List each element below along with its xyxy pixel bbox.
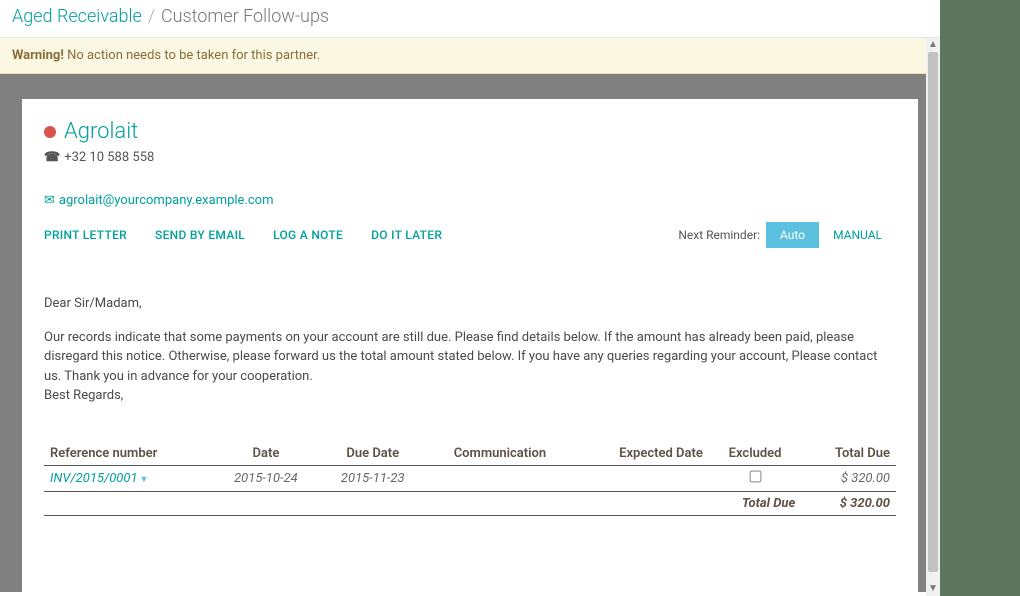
cell-comm <box>426 465 574 491</box>
alert-strong: Warning! <box>12 48 64 63</box>
phone-icon: ☎ <box>44 150 60 165</box>
print-letter-button[interactable]: PRINT LETTER <box>44 228 127 242</box>
letter-signoff: Best Regards, <box>44 388 123 403</box>
letter-body: Dear Sir/Madam, Our records indicate tha… <box>44 294 896 406</box>
col-comm: Communication <box>426 442 574 466</box>
reminder-auto-button[interactable]: Auto <box>766 222 819 248</box>
footer-value: $ 320.00 <box>801 491 896 515</box>
table-footer: Total Due $ 320.00 <box>44 491 896 515</box>
scrollbar[interactable]: ▲ ▼ <box>926 38 940 596</box>
scroll-up-icon[interactable]: ▲ <box>926 38 940 52</box>
breadcrumb-root[interactable]: Aged Receivable <box>12 6 142 27</box>
col-date: Date <box>213 442 320 466</box>
footer-label: Total Due <box>709 491 801 515</box>
col-exp: Expected Date <box>574 442 709 466</box>
log-note-button[interactable]: LOG A NOTE <box>273 228 343 242</box>
alert-warning: Warning! No action needs to be taken for… <box>0 38 940 74</box>
cell-date: 2015-10-24 <box>213 465 320 491</box>
scroll-thumb[interactable] <box>928 52 938 572</box>
letter-greeting: Dear Sir/Madam, <box>44 294 896 314</box>
col-exc: Excluded <box>709 442 801 466</box>
caret-down-icon: ▼ <box>140 475 149 485</box>
cell-exp[interactable] <box>574 465 709 491</box>
customer-phone: ☎+32 10 588 558 <box>44 150 896 165</box>
reminder-toggle: Auto MANUAL <box>766 222 896 248</box>
reminder-manual-button[interactable]: MANUAL <box>819 222 896 248</box>
col-total: Total Due <box>801 442 896 466</box>
col-due: Due Date <box>319 442 426 466</box>
followup-sheet: Agrolait ☎+32 10 588 558 ✉ agrolait@yourc… <box>22 99 918 592</box>
do-later-button[interactable]: DO IT LATER <box>371 228 442 242</box>
cell-due: 2015-11-23 <box>319 465 426 491</box>
cell-total: $ 320.00 <box>801 465 896 491</box>
invoice-link[interactable]: INV/2015/0001▼ <box>44 465 213 491</box>
table-row: INV/2015/0001▼ 2015-10-24 2015-11-23 $ 3… <box>44 465 896 491</box>
customer-email-link[interactable]: agrolait@yourcompany.example.com <box>59 193 274 208</box>
breadcrumb-current: Customer Follow-ups <box>161 6 329 27</box>
side-panel <box>940 0 1020 596</box>
receivables-table: Reference number Date Due Date Communica… <box>44 442 896 516</box>
envelope-icon: ✉ <box>44 193 55 208</box>
customer-name[interactable]: Agrolait <box>64 119 138 144</box>
excluded-checkbox[interactable] <box>749 470 761 482</box>
col-ref: Reference number <box>44 442 213 466</box>
customer-email: ✉ agrolait@yourcompany.example.com <box>44 193 896 208</box>
breadcrumb: Aged Receivable/Customer Follow-ups <box>0 0 940 38</box>
status-dot-icon <box>44 126 56 138</box>
letter-text: Our records indicate that some payments … <box>44 330 877 384</box>
next-reminder-label: Next Reminder: <box>678 228 760 242</box>
cell-exc <box>709 465 801 491</box>
scroll-down-icon[interactable]: ▼ <box>926 582 940 596</box>
send-email-button[interactable]: SEND BY EMAIL <box>155 228 245 242</box>
alert-text: No action needs to be taken for this par… <box>67 48 320 63</box>
